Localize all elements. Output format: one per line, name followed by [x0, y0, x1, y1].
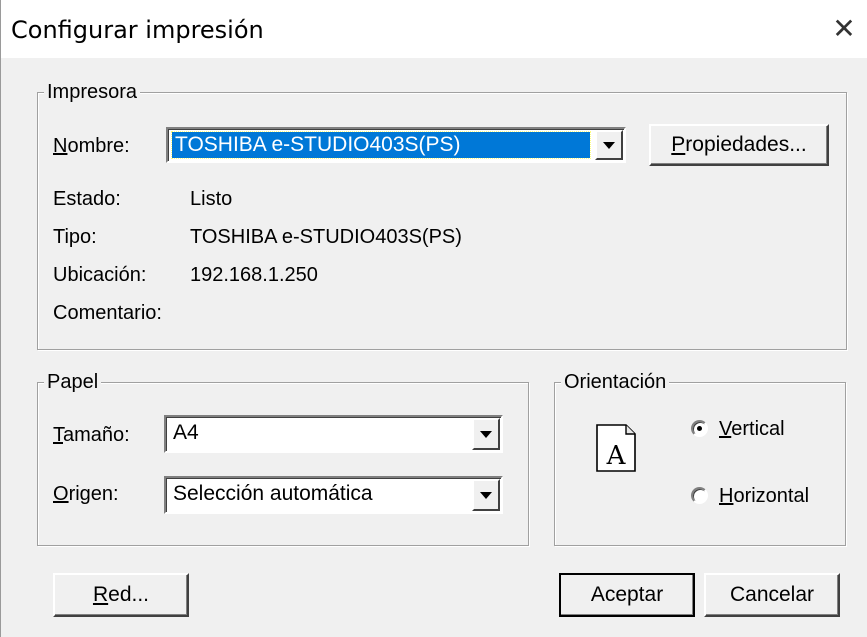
ok-button[interactable]: Aceptar: [559, 573, 695, 617]
chevron-down-icon: [480, 430, 492, 438]
status-value: Listo: [190, 188, 233, 210]
vertical-radio-label[interactable]: Vertical: [719, 417, 785, 441]
portrait-page-icon: A: [596, 424, 636, 472]
location-label: Ubicación:: [53, 264, 147, 286]
printer-name-label: Nombre:: [53, 135, 130, 157]
close-icon[interactable]: ✕: [826, 10, 862, 46]
properties-button[interactable]: Propiedades...: [649, 124, 829, 166]
vertical-radio-dot: [697, 426, 702, 431]
paper-size-dropdown-button[interactable]: [472, 418, 500, 450]
type-value: TOSHIBA e-STUDIO403S(PS): [190, 226, 462, 248]
location-value: 192.168.1.250: [190, 264, 318, 286]
printer-group-legend: Impresora: [44, 81, 141, 103]
print-setup-dialog: Configurar impresión ✕ Impresora Nombre:…: [0, 0, 867, 637]
chevron-down-icon: [603, 141, 615, 149]
paper-group-legend: Papel: [44, 371, 102, 393]
comment-label: Comentario:: [53, 302, 162, 324]
paper-size-value: A4: [173, 421, 199, 444]
horizontal-radio[interactable]: [691, 487, 708, 504]
status-label: Estado:: [53, 188, 121, 210]
printer-name-value: TOSHIBA e-STUDIO403S(PS): [171, 131, 591, 159]
orientation-group-legend: Orientación: [561, 371, 670, 393]
paper-source-label: Origen:: [53, 483, 119, 505]
paper-source-value: Selección automática: [173, 482, 373, 505]
type-label: Tipo:: [53, 226, 97, 248]
paper-group: Papel: [37, 371, 529, 546]
horizontal-radio-label[interactable]: Horizontal: [719, 484, 809, 508]
paper-size-label: Tamaño:: [53, 424, 130, 446]
paper-source-dropdown-button[interactable]: [472, 479, 500, 511]
properties-button-label: Propiedades...: [671, 133, 807, 156]
chevron-down-icon: [480, 491, 492, 499]
dialog-title: Configurar impresión: [11, 16, 264, 44]
vertical-radio[interactable]: [691, 420, 708, 437]
cancel-button[interactable]: Cancelar: [704, 573, 840, 617]
cancel-button-label: Cancelar: [729, 583, 815, 606]
printer-name-select[interactable]: TOSHIBA e-STUDIO403S(PS): [166, 127, 626, 163]
page-icon-letter: A: [606, 441, 627, 471]
paper-size-select[interactable]: A4: [164, 415, 503, 453]
network-button[interactable]: Red...: [53, 573, 189, 617]
paper-source-select[interactable]: Selección automática: [164, 476, 503, 514]
network-button-label: Red...: [92, 583, 150, 606]
printer-dropdown-button[interactable]: [595, 130, 623, 160]
ok-button-label: Aceptar: [590, 583, 664, 606]
title-bar[interactable]: Configurar impresión ✕: [1, 0, 867, 58]
